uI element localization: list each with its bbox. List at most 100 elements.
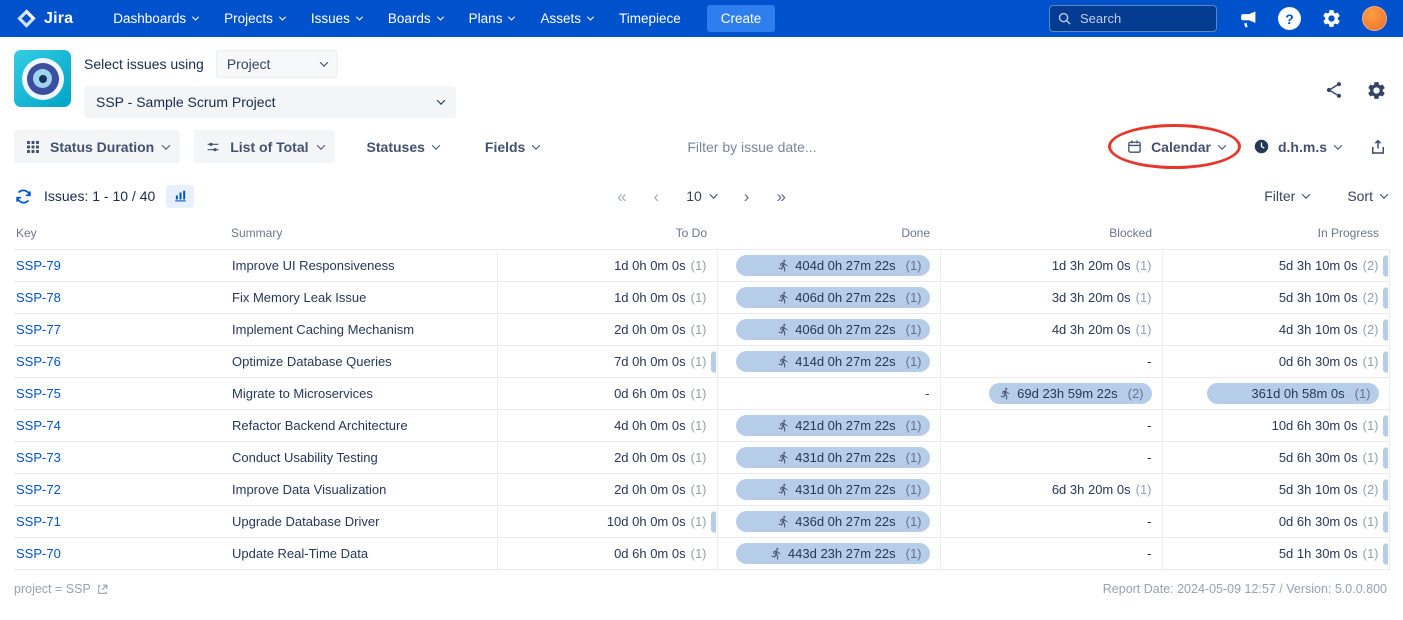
external-link-icon[interactable] bbox=[96, 583, 109, 596]
nav-item-timepiece[interactable]: Timepiece bbox=[619, 11, 681, 26]
chevron-down-icon bbox=[161, 140, 171, 150]
duration-cell: 1d 0h 0m 0s (1) bbox=[497, 249, 718, 282]
status-count: (1) bbox=[905, 418, 922, 433]
view-mode-dropdown[interactable]: List of Total bbox=[194, 130, 335, 163]
report-settings-button[interactable] bbox=[1366, 80, 1387, 101]
megaphone-icon bbox=[1241, 11, 1256, 28]
chevron-down-icon bbox=[586, 13, 595, 21]
nav-item-assets[interactable]: Assets bbox=[540, 11, 595, 26]
announcements-button[interactable] bbox=[1237, 8, 1258, 29]
issue-key-link[interactable]: SSP-74 bbox=[16, 418, 61, 433]
duration-cell: - bbox=[940, 441, 1163, 474]
help-button[interactable]: ? bbox=[1278, 7, 1301, 30]
statuses-dropdown[interactable]: Statuses bbox=[365, 130, 441, 163]
report-type-dropdown[interactable]: Status Duration bbox=[14, 130, 181, 163]
column-header-key: Key bbox=[16, 226, 37, 240]
view-mode-icon bbox=[207, 142, 219, 151]
chevron-down-icon bbox=[278, 13, 286, 21]
export-button[interactable] bbox=[1369, 138, 1387, 156]
share-button[interactable] bbox=[1324, 80, 1344, 101]
calendar-dropdown[interactable]: Calendar bbox=[1124, 130, 1227, 163]
issue-key-link[interactable]: SSP-77 bbox=[16, 322, 61, 337]
duration-cell: 3d 3h 20m 0s (1) bbox=[940, 281, 1163, 314]
search-box[interactable] bbox=[1049, 5, 1217, 32]
duration-cell: - bbox=[940, 409, 1163, 442]
issue-source-dropdown[interactable]: Project bbox=[215, 50, 338, 78]
duration-value: 4d 3h 10m 0s bbox=[1278, 322, 1358, 337]
prev-page-button[interactable]: ‹ bbox=[654, 188, 660, 205]
issue-key-link[interactable]: SSP-75 bbox=[16, 386, 61, 401]
duration-value: 10d 6h 30m 0s bbox=[1271, 418, 1358, 433]
first-page-button[interactable]: « bbox=[617, 188, 626, 205]
brand-name: Jira bbox=[44, 9, 74, 27]
table-row: SSP-74 Refactor Backend Architecture 4d 0h… bbox=[14, 409, 1390, 442]
page-size-dropdown[interactable]: 10 bbox=[686, 188, 719, 204]
user-avatar[interactable] bbox=[1362, 6, 1387, 31]
nav-item-plans[interactable]: Plans bbox=[469, 11, 516, 26]
issue-key-link[interactable]: SSP-78 bbox=[16, 290, 61, 305]
chart-view-button[interactable] bbox=[166, 184, 195, 208]
report-type-label: Status Duration bbox=[50, 138, 155, 155]
issue-key-link[interactable]: SSP-73 bbox=[16, 450, 61, 465]
settings-button[interactable] bbox=[1321, 8, 1342, 29]
issue-key-cell: SSP-71 bbox=[14, 505, 229, 538]
column-header-done: Done bbox=[901, 226, 930, 240]
project-value: SSP - Sample Scrum Project bbox=[96, 94, 276, 110]
issue-key-link[interactable]: SSP-76 bbox=[16, 354, 61, 369]
empty-value: - bbox=[1147, 354, 1152, 369]
issue-key-link[interactable]: SSP-70 bbox=[16, 546, 61, 561]
duration-pill: 406d 0h 27m 22s (1) bbox=[735, 319, 930, 340]
search-icon bbox=[1058, 12, 1071, 25]
sort-dropdown[interactable]: Sort bbox=[1347, 188, 1389, 204]
table-row: SSP-73 Conduct Usability Testing 2d 0h 0m … bbox=[14, 441, 1390, 474]
bar-chart-icon bbox=[175, 190, 186, 202]
duration-value: 5d 3h 10m 0s bbox=[1278, 482, 1358, 497]
status-count: (1) bbox=[905, 322, 922, 337]
status-count: (1) bbox=[1362, 514, 1379, 529]
nav-item-dashboards[interactable]: Dashboards bbox=[113, 11, 200, 26]
jira-logo[interactable]: Jira bbox=[16, 8, 73, 29]
duration-bar-sliver bbox=[710, 511, 716, 532]
status-count: (1) bbox=[690, 258, 707, 273]
duration-value: 436d 0h 27m 22s bbox=[795, 514, 896, 529]
chevron-down-icon bbox=[436, 13, 444, 21]
duration-cell: 421d 0h 27m 22s (1) bbox=[717, 409, 941, 442]
last-page-button[interactable]: » bbox=[776, 188, 785, 205]
issue-key-cell: SSP-79 bbox=[14, 249, 229, 282]
issue-summary: Update Real-Time Data bbox=[229, 537, 498, 570]
chevron-down-icon bbox=[532, 140, 541, 150]
date-filter-input[interactable]: Filter by issue date... bbox=[687, 139, 816, 155]
chevron-down-icon bbox=[431, 140, 441, 150]
calendar-icon bbox=[1128, 140, 1141, 153]
fields-dropdown[interactable]: Fields bbox=[483, 130, 541, 163]
nav-item-issues[interactable]: Issues bbox=[311, 11, 363, 26]
duration-value: 0d 6h 30m 0s bbox=[1278, 514, 1358, 529]
issue-summary: Improve UI Responsiveness bbox=[229, 249, 498, 282]
duration-value: 5d 3h 10m 0s bbox=[1278, 258, 1358, 273]
create-button[interactable]: Create bbox=[706, 5, 776, 32]
duration-pill: 414d 0h 27m 22s (1) bbox=[735, 351, 930, 372]
runner-icon bbox=[778, 259, 788, 272]
filter-dropdown[interactable]: Filter bbox=[1264, 188, 1311, 204]
refresh-button[interactable] bbox=[14, 187, 33, 206]
nav-item-projects[interactable]: Projects bbox=[224, 11, 286, 26]
duration-bar-sliver bbox=[1382, 543, 1388, 564]
nav-item-boards[interactable]: Boards bbox=[388, 11, 444, 26]
duration-cell: 5d 6h 30m 0s (1) bbox=[1162, 441, 1390, 474]
refresh-icon bbox=[16, 189, 31, 203]
search-input[interactable] bbox=[1049, 5, 1217, 32]
issue-summary: Migrate to Microservices bbox=[229, 377, 498, 410]
column-header-inprogress: In Progress bbox=[1317, 226, 1379, 240]
chevron-down-icon bbox=[316, 140, 325, 150]
duration-bar-sliver bbox=[1382, 287, 1388, 308]
project-dropdown[interactable]: SSP - Sample Scrum Project bbox=[84, 86, 456, 118]
next-page-button[interactable]: › bbox=[744, 188, 750, 205]
issue-key-cell: SSP-75 bbox=[14, 377, 229, 410]
issue-key-link[interactable]: SSP-71 bbox=[16, 514, 61, 529]
table-row: SSP-77 Implement Caching Mechanism 2d 0h 0… bbox=[14, 313, 1390, 346]
status-count: (1) bbox=[690, 354, 707, 369]
duration-cell: 69d 23h 59m 22s (2) bbox=[940, 377, 1163, 410]
issue-key-link[interactable]: SSP-79 bbox=[16, 258, 61, 273]
time-format-dropdown[interactable]: d.h.m.s bbox=[1251, 130, 1343, 163]
issue-key-link[interactable]: SSP-72 bbox=[16, 482, 61, 497]
